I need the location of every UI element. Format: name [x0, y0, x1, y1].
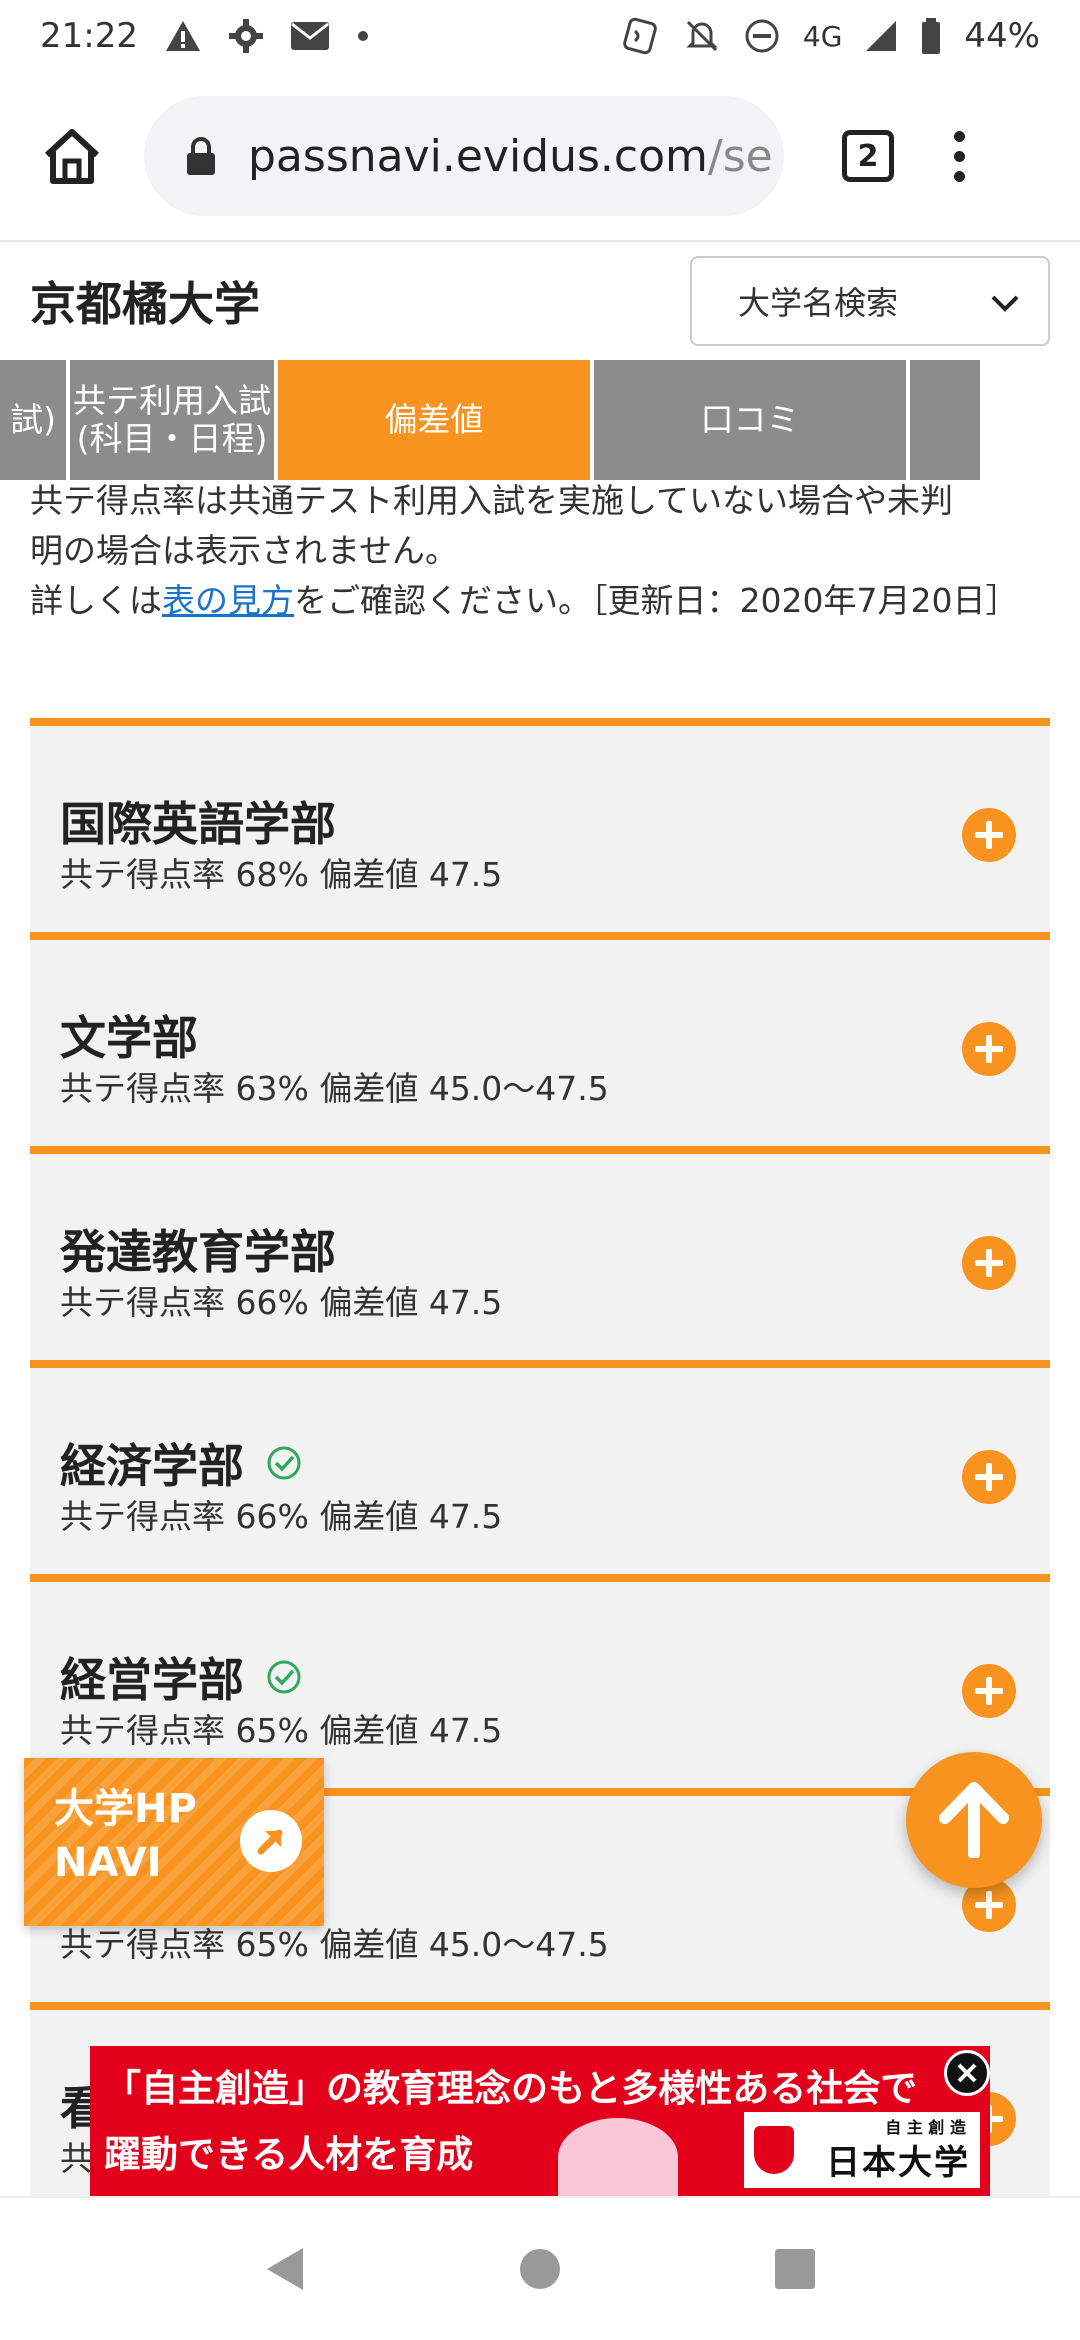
battery-icon	[922, 18, 941, 54]
gear-icon	[228, 19, 263, 53]
faculty-stats: 共テ得点率 66% 偏差値 47.5	[60, 1497, 503, 1536]
tab-more[interactable]	[910, 360, 980, 480]
tab-kyote-exam[interactable]: 共テ利用入試 (科目・日程)	[70, 360, 274, 480]
dot-icon	[357, 31, 368, 41]
chevron-down-icon	[991, 295, 1019, 312]
tab-reviews[interactable]: 口コミ	[594, 360, 906, 480]
notice-text: 共テ得点率は共通テスト利用入試を実施していない場合や未判 明の場合は表示されませ…	[30, 481, 1019, 620]
faculty-row[interactable]: 国際英語学部 共テ得点率 68% 偏差値 47.5	[30, 718, 1050, 932]
overflow-menu-button[interactable]	[954, 130, 965, 182]
dnd-icon	[745, 19, 779, 53]
university-hp-navi-button[interactable]: 大学HP NAVI	[24, 1758, 324, 1926]
faculty-stats: 共テ得点率 66% 偏差値 47.5	[60, 1283, 503, 1322]
faculty-name: 経営学部	[60, 1653, 244, 1707]
url-bar[interactable]: passnavi.evidus.com/se	[144, 96, 784, 216]
arrow-up-icon	[939, 1782, 1009, 1858]
ad-line-1: 「自主創造」の教育理念のもと多様性ある社会で	[104, 2067, 918, 2110]
back-icon[interactable]	[263, 2244, 307, 2294]
tab-hensachi[interactable]: 偏差値	[278, 360, 590, 480]
university-search-label: 大学名検索	[738, 284, 899, 322]
home-button[interactable]	[30, 114, 114, 198]
external-arrow-icon	[240, 1810, 302, 1872]
url-path: /se	[707, 130, 773, 182]
system-navigation-bar	[0, 2196, 1080, 2340]
alert-icon	[165, 21, 200, 51]
home-icon	[44, 129, 100, 184]
network-type: 4G	[802, 19, 843, 53]
close-icon	[957, 2063, 977, 2083]
faculty-name: 発達教育学部	[60, 1225, 336, 1279]
nfc-icon	[623, 17, 657, 55]
university-search-dropdown[interactable]: 大学名検索	[690, 256, 1050, 346]
recents-icon[interactable]	[773, 2247, 817, 2291]
faculty-stats: 共	[60, 2139, 93, 2178]
page-header: 京都橘大学 大学名検索	[0, 242, 1080, 360]
ad-banner[interactable]: 「自主創造」の教育理念のもと多様性ある社会で 躍動できる人材を育成 自 主 創 …	[90, 2046, 990, 2196]
faculty-row[interactable]: 経営学部 共テ得点率 65% 偏差値 47.5	[30, 1574, 1050, 1788]
tab-count: 2	[857, 138, 879, 174]
faculty-name: 経済学部	[60, 1439, 244, 1493]
expand-plus-icon[interactable]	[962, 1664, 1016, 1718]
bell-off-icon	[686, 20, 718, 52]
scroll-to-top-button[interactable]	[906, 1752, 1042, 1888]
lock-icon	[187, 137, 215, 175]
faculty-name: 国際英語学部	[60, 797, 336, 851]
check-circle-icon	[267, 1446, 301, 1480]
expand-plus-icon[interactable]	[962, 1450, 1016, 1504]
page-title: 京都橘大学	[30, 277, 260, 331]
battery-percent: 44%	[964, 16, 1040, 56]
signal-icon	[866, 21, 897, 51]
clock: 21:22	[40, 16, 138, 56]
expand-plus-icon[interactable]	[962, 1236, 1016, 1290]
expand-plus-icon[interactable]	[962, 1022, 1016, 1076]
ad-logo: 自 主 創 造 日本大学	[744, 2112, 980, 2188]
ad-line-2: 躍動できる人材を育成	[104, 2133, 474, 2176]
faculty-stats: 共テ得点率 65% 偏差値 47.5	[60, 1711, 503, 1750]
faculty-row[interactable]: 文学部 共テ得点率 63% 偏差値 45.0～47.5	[30, 932, 1050, 1146]
browser-toolbar: passnavi.evidus.com/se 2	[0, 72, 1080, 242]
status-bar: 21:22 4G 44%	[0, 0, 1080, 72]
university-crest-icon	[754, 2126, 794, 2174]
check-circle-icon	[267, 1660, 301, 1694]
ad-close-button[interactable]	[944, 2050, 990, 2096]
tab-switcher-button[interactable]: 2	[842, 130, 894, 182]
ad-mascot-image	[558, 2118, 678, 2196]
faculty-list: 国際英語学部 共テ得点率 68% 偏差値 47.5 文学部 共テ得点率 63% …	[30, 718, 1050, 2216]
faculty-row[interactable]: 発達教育学部 共テ得点率 66% 偏差値 47.5	[30, 1146, 1050, 1360]
table-guide-link[interactable]: 表の見方	[162, 581, 294, 620]
faculty-stats: 共テ得点率 63% 偏差値 45.0～47.5	[60, 1069, 609, 1108]
expand-plus-icon[interactable]	[962, 808, 1016, 862]
url-host: passnavi.evidus.com	[248, 130, 708, 182]
faculty-row[interactable]: 経済学部 共テ得点率 66% 偏差値 47.5	[30, 1360, 1050, 1574]
faculty-stats: 共テ得点率 68% 偏差値 47.5	[60, 855, 503, 894]
tab-entrance-exam[interactable]: 試)	[0, 360, 66, 480]
home-circle-icon[interactable]	[517, 2246, 563, 2292]
faculty-name: 文学部	[60, 1011, 198, 1065]
section-tabs: 試) 共テ利用入試 (科目・日程) 偏差値 口コミ	[0, 360, 1080, 480]
mail-icon	[290, 22, 329, 50]
